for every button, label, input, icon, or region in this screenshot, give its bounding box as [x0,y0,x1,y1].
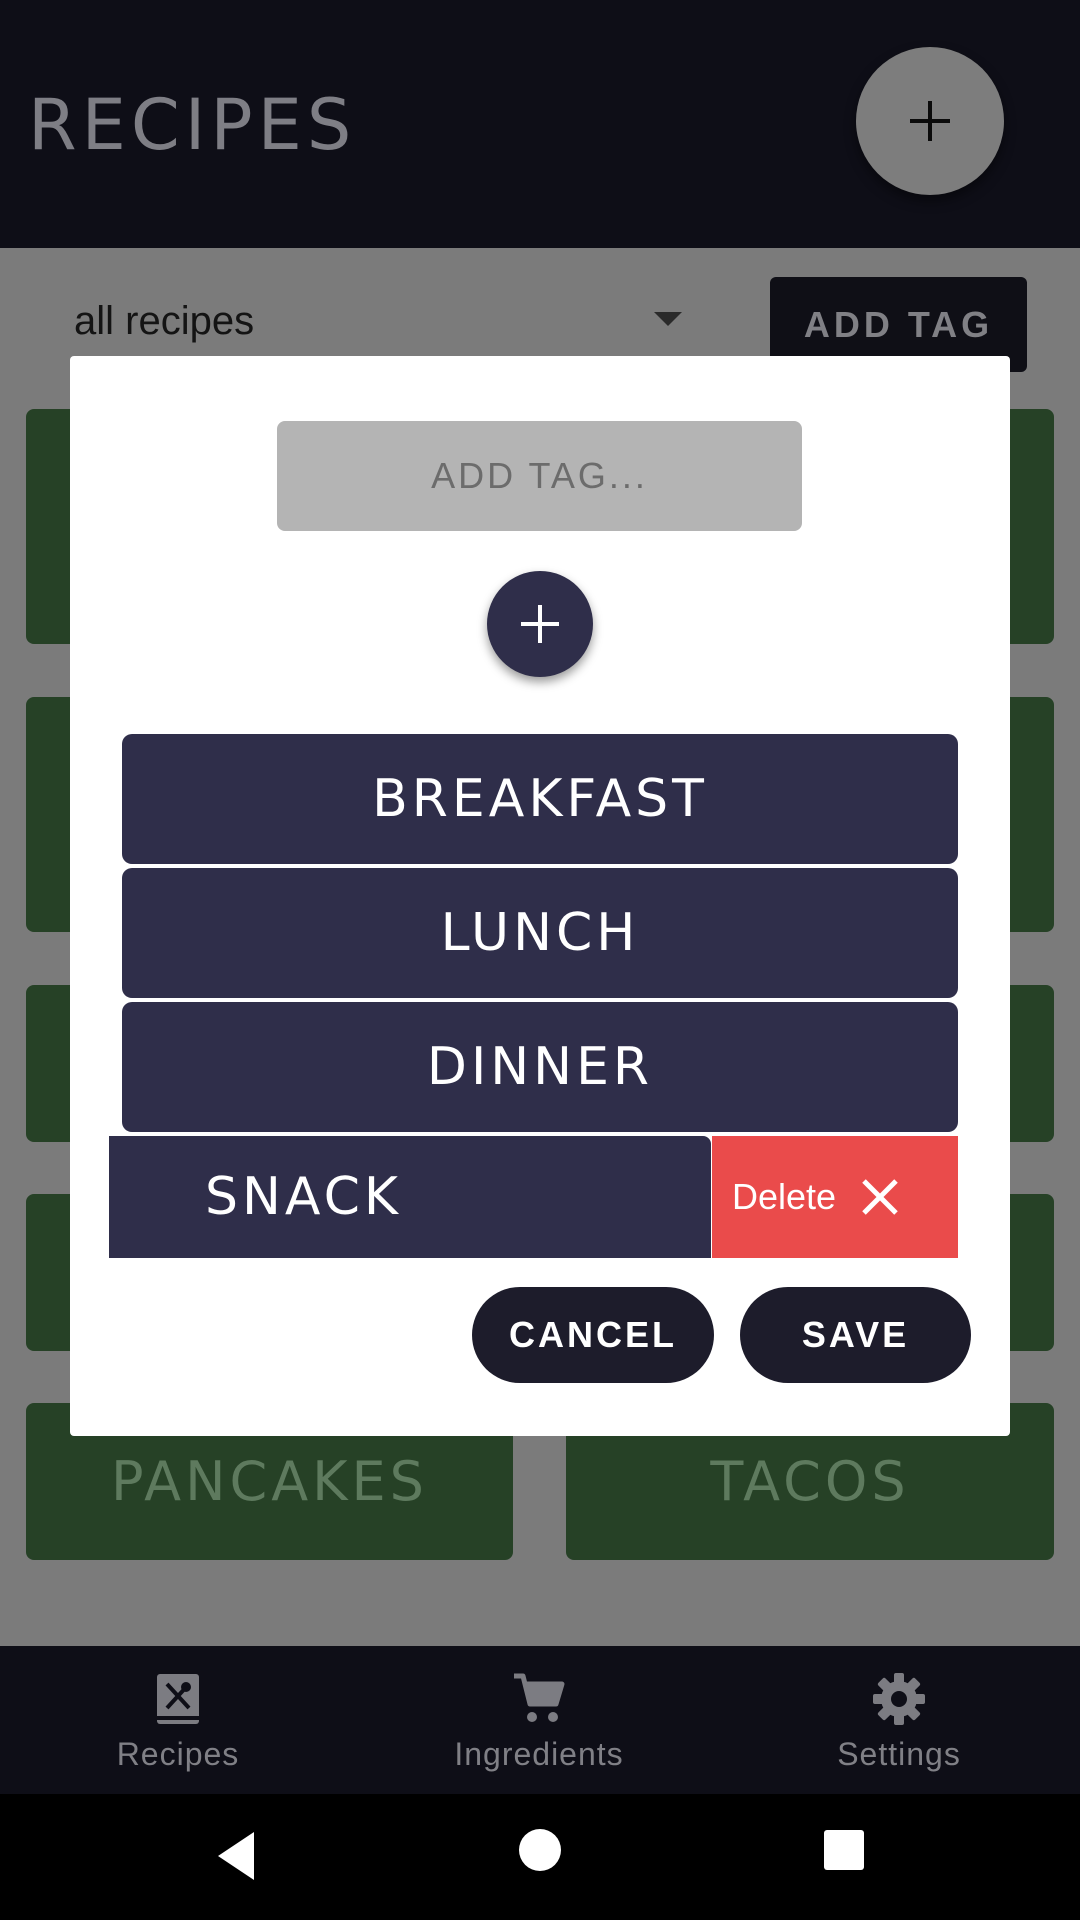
close-icon [862,1179,898,1215]
tag-item-dinner[interactable]: DINNER [122,1002,958,1132]
cancel-button[interactable]: CANCEL [472,1287,714,1383]
home-icon[interactable] [518,1828,562,1872]
cart-icon [514,1673,565,1722]
nav-item-recipes[interactable]: Recipes [28,1646,328,1794]
tag-label: LUNCH [440,903,640,963]
save-button[interactable]: SAVE [740,1287,971,1383]
nav-label: Settings [837,1736,961,1772]
manage-tags-dialog: BREAKFAST LUNCH DINNER SNACK Delete CANC… [70,356,1010,1436]
nav-label: Ingredients [454,1736,624,1772]
nav-item-settings[interactable]: Settings [749,1646,1049,1794]
plus-icon [910,101,950,141]
gear-icon [873,1673,925,1725]
recipe-card-label: TACOS [710,1450,910,1513]
tag-filter-dropdown[interactable]: all recipes [74,288,682,354]
app-header: RECIPES [0,0,1080,248]
bottom-nav: Recipes Ingredients Settings [0,1646,1080,1794]
add-tag-circle-button[interactable] [487,571,593,677]
recipe-card-label: PANCAKES [111,1450,428,1513]
tag-item-snack[interactable]: SNACK [109,1136,711,1258]
recipe-book-icon [157,1674,199,1724]
delete-label: Delete [732,1176,837,1217]
filter-selected-value: all recipes [74,298,255,343]
nav-item-ingredients[interactable]: Ingredients [389,1646,689,1794]
tag-item-snack-swiped[interactable]: SNACK Delete [109,1136,958,1258]
system-nav-bar [0,1794,1080,1920]
delete-tag-button[interactable]: Delete [712,1136,958,1258]
tag-name-input[interactable] [277,421,802,531]
add-recipe-button[interactable] [856,47,1004,195]
tag-item-lunch[interactable]: LUNCH [122,868,958,998]
tag-label: BREAKFAST [372,769,708,829]
recents-icon[interactable] [824,1830,864,1870]
caret-down-icon [654,312,682,326]
back-icon[interactable] [214,1830,258,1882]
tag-item-breakfast[interactable]: BREAKFAST [122,734,958,864]
page-title: RECIPES [28,84,357,166]
nav-label: Recipes [116,1736,240,1772]
tag-label: SNACK [205,1167,402,1227]
plus-icon [521,605,559,643]
tag-label: DINNER [426,1037,654,1097]
